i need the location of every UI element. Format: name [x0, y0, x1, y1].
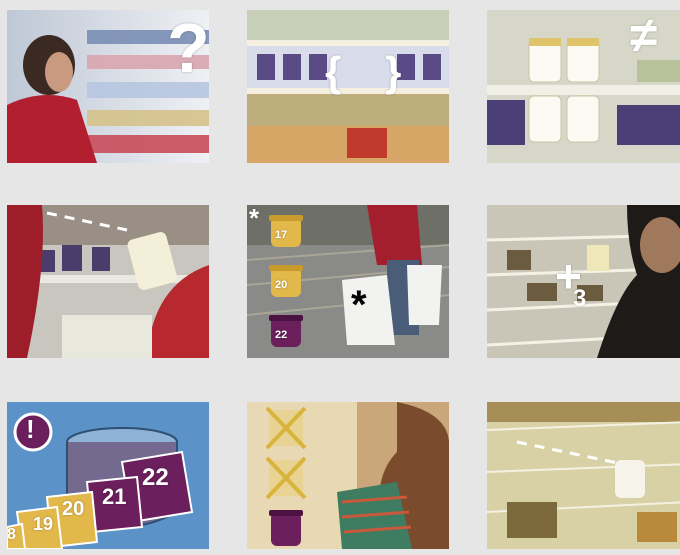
fridge-image	[487, 205, 680, 358]
brace-left-overlay: {	[325, 48, 342, 95]
brace-right-overlay: }	[385, 48, 402, 95]
calendar-page-19: 19	[33, 514, 54, 534]
date-label-22: 22	[275, 329, 288, 341]
tile-expiry-dates: * 17 20 22 *	[247, 205, 449, 358]
calendar-page-edge: 8	[7, 526, 16, 543]
tile-fridge-shelf	[487, 402, 680, 555]
alert-mark: !	[26, 414, 35, 444]
picking-jar-image	[7, 205, 209, 358]
question-mark-overlay: ?	[167, 10, 209, 87]
tile-crossed-jars	[247, 402, 449, 555]
date-label-17: 17	[275, 229, 288, 241]
date-label-20: 20	[275, 279, 288, 291]
crossed-jar-2	[265, 456, 307, 500]
three-overlay: 3	[573, 285, 587, 312]
crossed-jar-1	[265, 406, 307, 450]
not-equal-overlay: ≠	[630, 10, 658, 63]
tile-not-equal-jars: ≠	[487, 10, 680, 163]
asterisk-overlay: *	[249, 205, 260, 233]
tile-alert-calendar: ! 19 20 21 22 8	[7, 402, 209, 555]
tile-shelf-group: { }	[247, 10, 449, 163]
jar-purple	[269, 510, 303, 546]
calendar-page-22: 22	[142, 464, 169, 491]
shelf-image	[247, 10, 449, 163]
tile-fridge-plus-three: + 3	[487, 205, 680, 358]
calendar-page-20: 20	[62, 498, 85, 520]
bag-asterisk: *	[351, 283, 367, 327]
crossed-jars-image	[247, 402, 449, 549]
tile-confused-at-shelf: ?	[7, 10, 209, 163]
calendar-page-21: 21	[102, 484, 127, 509]
tile-picking-jar	[7, 205, 209, 358]
fridge-shelf-image	[487, 402, 680, 549]
